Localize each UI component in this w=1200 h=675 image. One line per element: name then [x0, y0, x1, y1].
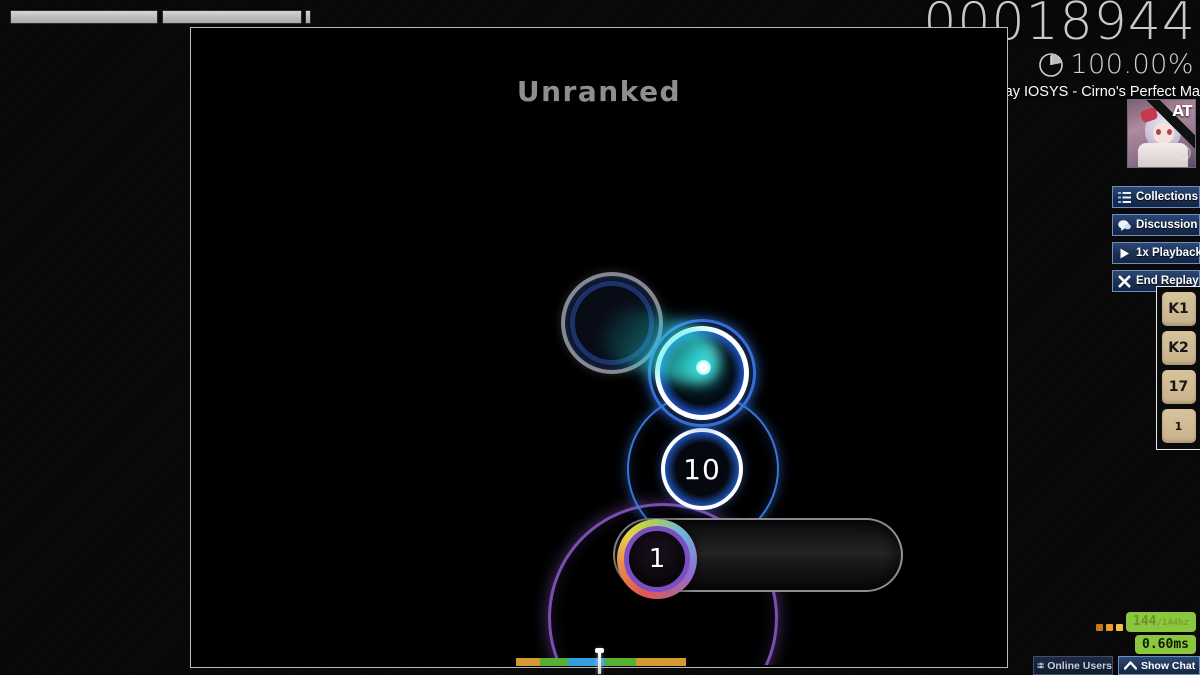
fps-indicator-dots	[1096, 624, 1123, 631]
discussion-button[interactable]: Discussion	[1112, 214, 1200, 236]
slider-head: 1	[617, 519, 697, 599]
online-users-button[interactable]: Online Users	[1033, 656, 1113, 675]
progress-segment	[516, 658, 540, 666]
health-bar	[0, 8, 320, 26]
frame-time-counter: 0.60ms	[1135, 634, 1196, 655]
collections-button[interactable]: Collections	[1112, 186, 1200, 208]
fps-value: 144	[1133, 614, 1157, 629]
hit-circle-number: 10	[683, 452, 721, 486]
fps-indicator-dot	[1116, 624, 1123, 631]
playfield-inner: Unranked 10 1	[193, 30, 1005, 665]
fps-indicator-dot	[1106, 624, 1113, 631]
osu-game-screen: 00018944 100.00% REPLAY MODE - Watching …	[0, 0, 1200, 675]
cursor	[696, 360, 711, 375]
fading-hit-circle	[561, 272, 663, 374]
people-icon	[1037, 662, 1045, 669]
key-counter-count-secondary[interactable]: 1	[1161, 409, 1196, 443]
pie-clock-icon	[1039, 52, 1064, 77]
playback-speed-button[interactable]: 1x Playback	[1112, 242, 1200, 264]
avatar-art-detail	[1167, 129, 1172, 135]
mod-badge-auto: AT	[1172, 102, 1192, 120]
avatar[interactable]: AT	[1127, 99, 1196, 168]
song-progress-marker	[595, 648, 604, 674]
close-x-icon	[1118, 275, 1131, 287]
show-chat-button[interactable]: Show Chat	[1118, 656, 1200, 675]
show-chat-label: Show Chat	[1141, 659, 1196, 672]
progress-segment	[605, 658, 636, 666]
key-counter-k2[interactable]: K2	[1161, 331, 1196, 365]
speech-bubble-icon	[1118, 219, 1131, 231]
avatar-art-detail	[1175, 145, 1191, 161]
play-icon	[1120, 248, 1129, 258]
playback-label: 1x Playback	[1136, 247, 1200, 259]
hit-circle-numbered: 10	[661, 428, 743, 510]
song-progress-bar[interactable]	[516, 658, 686, 666]
key-counter-count[interactable]: 17	[1161, 370, 1196, 404]
health-bar-marker	[305, 10, 311, 24]
avatar-art-detail	[1156, 129, 1161, 135]
progress-segment	[540, 658, 568, 666]
accuracy-value: 100.00%	[1070, 49, 1194, 80]
chevron-up-icon	[1124, 661, 1137, 670]
slider-number: 1	[648, 544, 666, 574]
online-users-label: Online Users	[1047, 659, 1112, 672]
list-icon	[1118, 191, 1131, 203]
playfield: Unranked 10 1	[190, 27, 1008, 668]
key-counter-k1[interactable]: K1	[1161, 292, 1196, 326]
key-counter-panel: K1 K2 17 1	[1156, 286, 1200, 450]
progress-segment	[636, 658, 686, 666]
fps-refresh-rate: /144hz	[1156, 618, 1189, 628]
health-bar-segment	[162, 10, 302, 24]
fps-indicator-dot	[1096, 624, 1103, 631]
replay-controls: Collections Discussion 1x Playback End R…	[1112, 186, 1200, 292]
performance-overlay[interactable]: 144/144hz 0.60ms	[1126, 612, 1196, 655]
fps-counter: 144/144hz	[1126, 612, 1196, 632]
discussion-label: Discussion	[1136, 219, 1198, 231]
unranked-label: Unranked	[516, 75, 682, 108]
collections-label: Collections	[1136, 191, 1198, 203]
health-bar-segment	[10, 10, 158, 24]
